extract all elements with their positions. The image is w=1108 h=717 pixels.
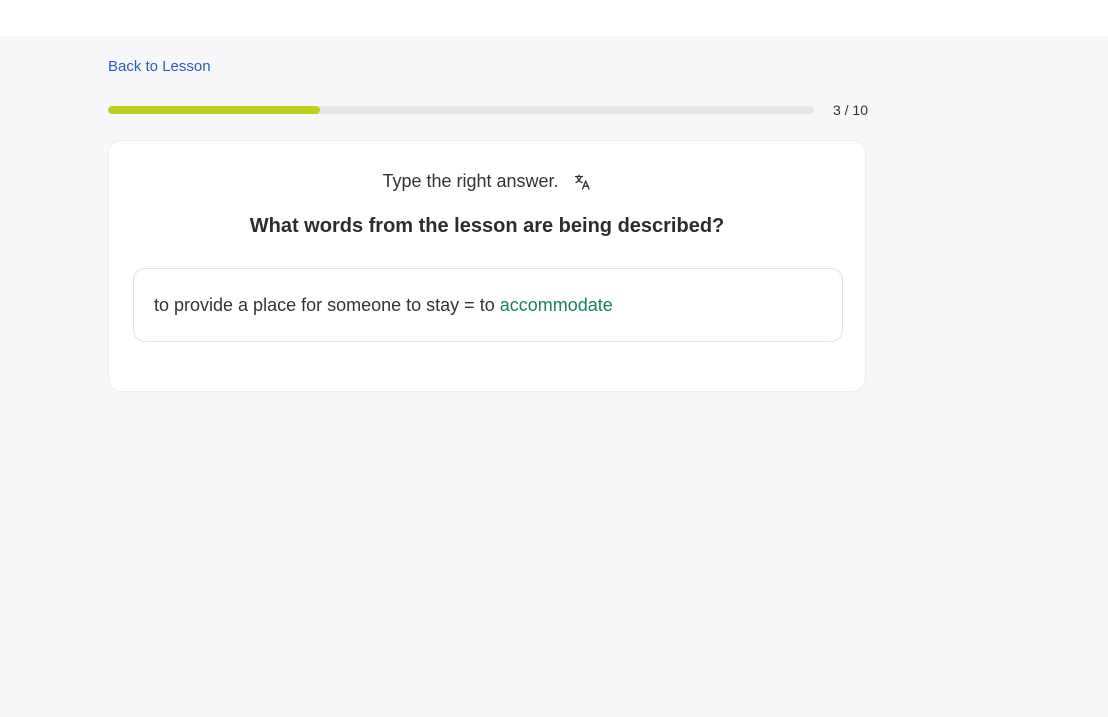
instruction-text: Type the right answer.	[382, 171, 559, 191]
exercise-card: Type the right answer. What words from t…	[108, 140, 866, 392]
progress-count: 3 / 10	[832, 102, 868, 118]
progress-bar	[108, 106, 814, 114]
progress-row: 3 / 10	[108, 102, 868, 118]
back-to-lesson-link[interactable]: Back to Lesson	[108, 58, 211, 75]
prompt-text: to provide a place for someone to stay =…	[154, 294, 495, 315]
answer-text: accommodate	[499, 294, 613, 315]
top-bar	[0, 0, 1108, 36]
progress-bar-fill	[108, 106, 320, 114]
question-heading: What words from the lesson are being des…	[249, 215, 725, 237]
exercise-page: Back to Lesson 3 / 10 Type the right ans…	[0, 36, 1108, 717]
translate-icon[interactable]	[574, 173, 592, 191]
answer-field[interactable]: to provide a place for someone to stay =…	[133, 268, 843, 342]
instruction-row: Type the right answer.	[109, 171, 865, 192]
